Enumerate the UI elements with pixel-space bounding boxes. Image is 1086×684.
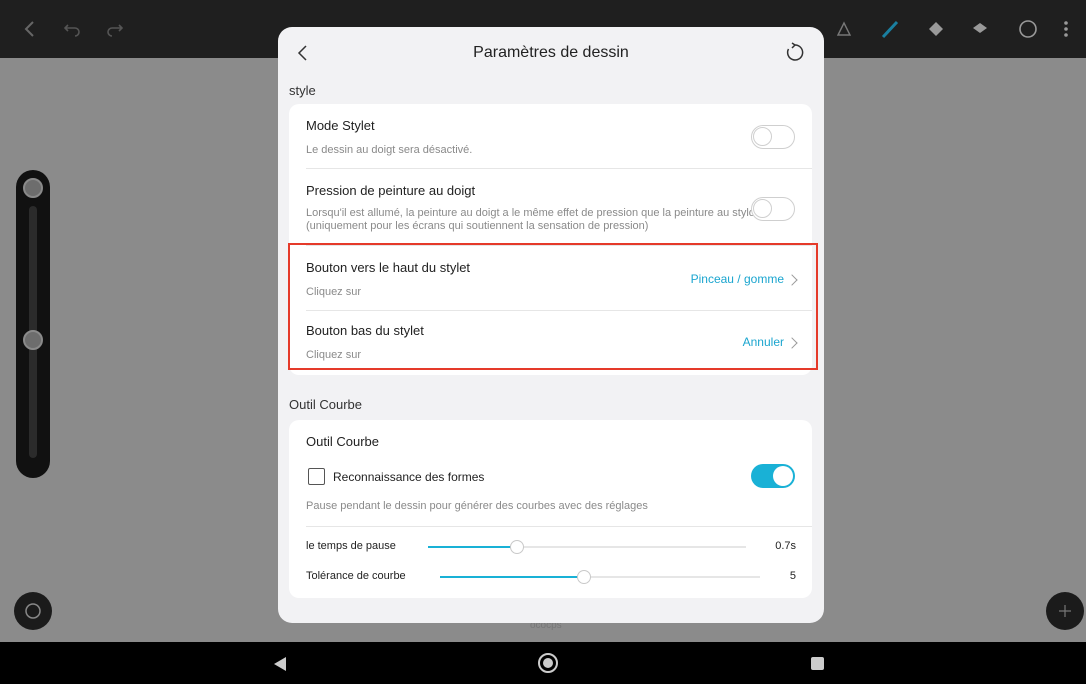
shape-recognition-toggle[interactable]: [751, 464, 795, 488]
pause-time-value: 0.7s: [775, 540, 796, 552]
row-stylus-bottom-button[interactable]: Bouton bas du stylet Cliquez sur Annuler: [289, 311, 812, 375]
finger-pressure-toggle[interactable]: [751, 197, 795, 221]
color-picker-button[interactable]: [14, 592, 52, 630]
curve-card: Outil Courbe Reconnaissance des formes P…: [289, 420, 812, 598]
opacity-icon[interactable]: [23, 330, 43, 350]
color-circle-icon: [25, 603, 41, 619]
drawing-settings-dialog: Paramètres de dessin style Mode Stylet L…: [278, 27, 824, 623]
slider-thumb[interactable]: [510, 540, 525, 554]
back-arrow-icon[interactable]: [20, 19, 40, 39]
brush-icon[interactable]: [880, 19, 900, 39]
curve-card-title: Outil Courbe: [306, 434, 379, 449]
redo-icon[interactable]: [105, 19, 125, 39]
undo-icon[interactable]: [62, 19, 82, 39]
color-circle-icon[interactable]: [1018, 19, 1038, 39]
brush-settings-icon[interactable]: [834, 19, 854, 39]
slider-fill: [440, 576, 584, 578]
more-icon[interactable]: [1056, 19, 1076, 39]
curve-tolerance-label: Tolérance de courbe: [306, 570, 406, 582]
pencil-icon[interactable]: [23, 178, 43, 198]
collapse-button[interactable]: [1046, 592, 1084, 630]
slider-thumb[interactable]: [577, 570, 591, 584]
style-card: Mode Stylet Le dessin au doigt sera désa…: [289, 104, 812, 375]
row-subtitle: Cliquez sur: [306, 286, 362, 298]
chevron-right-icon: [786, 274, 798, 286]
section-label-style: style: [289, 83, 316, 98]
toggle-knob: [773, 466, 793, 486]
row-subtitle: Lorsqu'il est allumé, la peinture au doi…: [306, 207, 755, 232]
curve-description: Pause pendant le dessin pour générer des…: [306, 500, 648, 512]
row-stylus-top-button[interactable]: Bouton vers le haut du stylet Cliquez su…: [289, 246, 812, 310]
collapse-icon: [1059, 605, 1071, 617]
toggle-knob: [753, 199, 772, 218]
row-subtitle: Le dessin au doigt sera désactivé.: [306, 144, 473, 156]
eraser-icon[interactable]: [926, 19, 946, 39]
section-label-curve: Outil Courbe: [289, 397, 362, 412]
curve-tolerance-slider[interactable]: [440, 570, 760, 584]
row-mode-stylet[interactable]: Mode Stylet Le dessin au doigt sera désa…: [289, 104, 812, 168]
toggle-knob: [753, 127, 772, 146]
shape-recognition-checkbox[interactable]: [308, 468, 325, 485]
row-title: Bouton bas du stylet: [306, 323, 424, 338]
row-subtitle: Cliquez sur: [306, 349, 362, 361]
curve-tolerance-value: 5: [789, 570, 796, 582]
slider-fill: [428, 546, 518, 548]
layers-icon[interactable]: [970, 19, 990, 39]
row-value[interactable]: Pinceau / gomme: [691, 272, 784, 286]
nav-home-icon[interactable]: [537, 652, 559, 674]
row-title: Pression de peinture au doigt: [306, 183, 476, 198]
divider: [306, 526, 812, 527]
row-title: Bouton vers le haut du stylet: [306, 260, 471, 275]
brush-size-slider[interactable]: [16, 170, 50, 478]
shape-recognition-label: Reconnaissance des formes: [333, 470, 485, 484]
reset-icon[interactable]: [784, 41, 806, 63]
dialog-title: Paramètres de dessin: [473, 44, 629, 61]
row-title: Mode Stylet: [306, 118, 375, 133]
row-value[interactable]: Annuler: [743, 335, 784, 349]
system-nav-bar: [0, 642, 1086, 684]
chevron-right-icon: [786, 337, 798, 349]
nav-back-icon[interactable]: [272, 656, 288, 672]
mode-stylet-toggle[interactable]: [751, 125, 795, 149]
dialog-header: Paramètres de dessin: [278, 27, 824, 79]
nav-recents-icon[interactable]: [811, 657, 824, 670]
pause-time-label: le temps de pause: [306, 540, 396, 552]
pause-time-slider[interactable]: [428, 540, 746, 554]
row-finger-pressure[interactable]: Pression de peinture au doigt Lorsqu'il …: [289, 169, 812, 245]
